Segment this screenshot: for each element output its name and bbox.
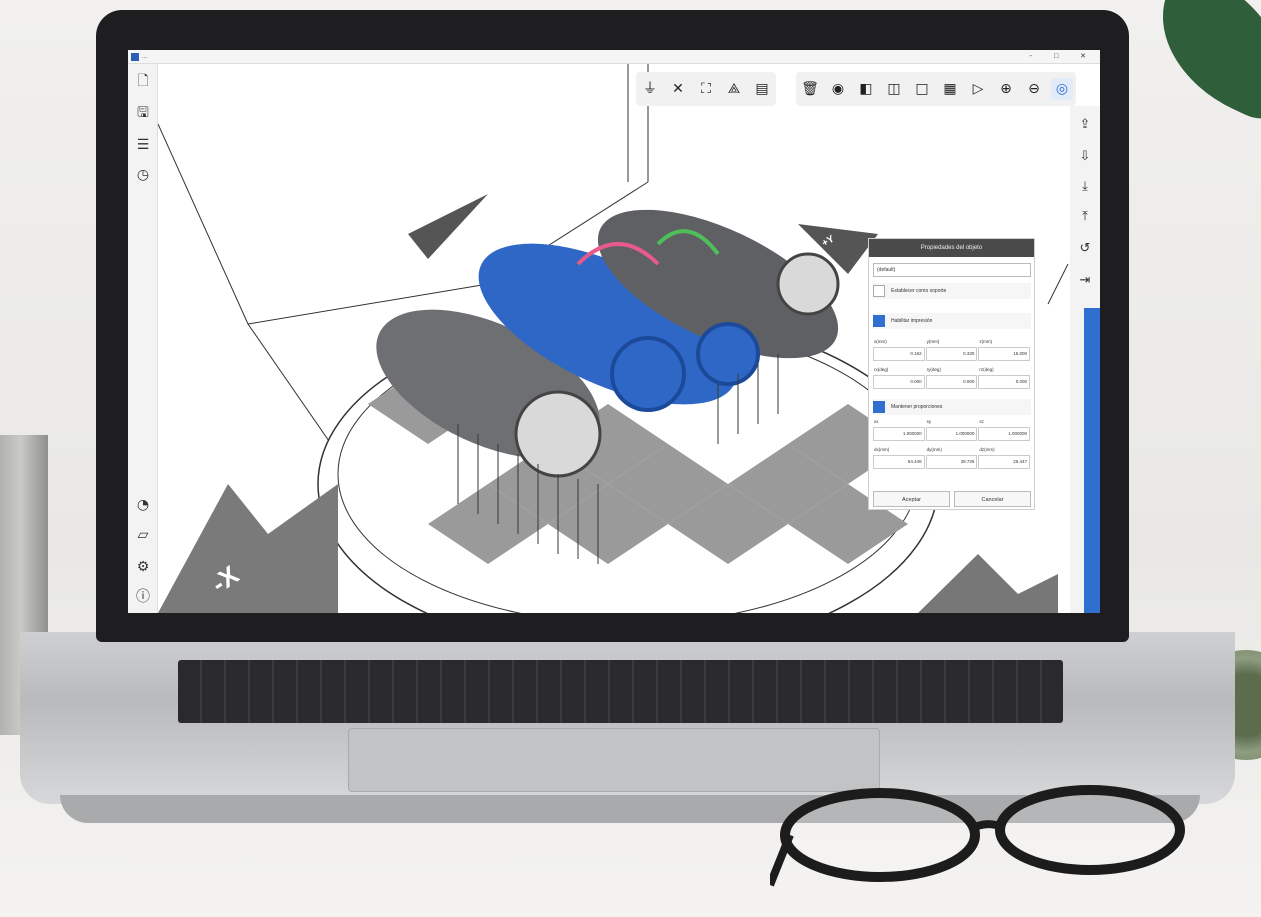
set-as-support-checkbox[interactable] [873,285,885,297]
photo-scene: ... - □ ✕ 🗋 🖫 ☰ ◷ ◔ ▱ ⚙ ⓘ -X -Y +Y ⏚ ✕ ⛶… [0,0,1261,917]
fit-icon[interactable]: ⛶ [695,78,717,100]
accept-button[interactable]: Aceptar [873,491,950,507]
profile-select[interactable]: (default) [873,263,1031,277]
dim-y-label: dy(mm) [926,447,942,452]
pos-z-label: z(mm) [979,339,993,344]
rot-y-label: ry(deg) [926,367,941,372]
dim-z-input[interactable]: 25.447 [978,455,1031,469]
toolbar-view: 🗑 ◉ ◧ ◫ □ ▦ ▷ ⊕ ⊖ ◎ [796,72,1076,106]
scale-grid: sx sy sz 1.000000 1.000000 1.000000 [873,419,1031,441]
dashboard-icon[interactable]: ◔ [134,496,152,514]
left-sidebar: 🗋 🖫 ☰ ◷ ◔ ▱ ⚙ ⓘ [128,64,158,613]
progress-sidebar [1084,308,1100,613]
set-as-support-row[interactable]: Establecer como soporte [873,283,1031,299]
pos-x-label: x(mm) [874,339,887,344]
notes-icon[interactable]: ▱ [134,526,152,544]
play-icon[interactable]: ▷ [967,78,989,100]
settings-sliders-icon[interactable]: ☰ [134,136,152,154]
view-top-icon[interactable]: □ [911,78,933,100]
scale-x-input[interactable]: 1.000000 [873,427,925,441]
save-icon[interactable]: 🖫 [134,104,152,122]
scale-y-input[interactable]: 1.000000 [925,427,978,441]
rot-x-input[interactable]: 0.000 [873,375,925,389]
rot-z-label: rz(deg) [979,367,994,372]
keyboard [178,660,1063,723]
pos-z-input[interactable]: 15.000 [978,347,1031,361]
history-icon[interactable]: ◷ [134,166,152,184]
camera-icon[interactable]: ◎ [1051,78,1073,100]
eye-icon[interactable]: ◉ [827,78,849,100]
toolbar-tools: ⏚ ✕ ⛶ ⟁ ▤ [636,72,776,106]
object-properties-panel: Propiedades del objeto (default) Estable… [868,238,1035,510]
app-screen: ... - □ ✕ 🗋 🖫 ☰ ◷ ◔ ▱ ⚙ ⓘ -X -Y +Y ⏚ ✕ ⛶… [128,50,1100,613]
delete-icon[interactable]: 🗑 [799,78,821,100]
panel-title: Propiedades del objeto [869,239,1034,257]
panel-buttons: Aceptar Cancelar [873,491,1031,507]
view-grid-icon[interactable]: ▦ [939,78,961,100]
slice-icon[interactable]: ▤ [751,78,773,100]
pos-y-label: y(mm) [926,339,940,344]
eyeglasses [770,785,1185,887]
enable-print-row[interactable]: Habilitar impresión [873,313,1031,329]
window-controls[interactable]: - □ ✕ [1030,50,1096,64]
dim-y-input[interactable]: 39.726 [925,455,978,469]
cancel-button[interactable]: Cancelar [954,491,1031,507]
zoom-out-icon[interactable]: ⊖ [1023,78,1045,100]
view-iso-icon[interactable]: ◧ [855,78,877,100]
enable-print-label: Habilitar impresión [891,318,933,324]
auto-arrange-icon[interactable]: ✕ [667,78,689,100]
layer-up-icon[interactable]: ⤒ [1076,208,1094,226]
exit-icon[interactable]: ⇥ [1076,272,1094,290]
rot-z-input[interactable]: 0.000 [978,375,1031,389]
support-icon[interactable]: ⏚ [639,78,661,100]
set-as-support-label: Establecer como soporte [891,288,947,294]
dim-z-label: dz(mm) [979,447,995,452]
view-front-icon[interactable]: ◫ [883,78,905,100]
gear-icon[interactable]: ⚙ [134,558,152,576]
keep-proportions-label: Mantener proporciones [891,404,943,410]
title-bar: ... - □ ✕ [128,50,1100,64]
new-file-icon[interactable]: 🗋 [134,72,152,90]
info-icon[interactable]: ⓘ [134,588,152,606]
zoom-in-icon[interactable]: ⊕ [995,78,1017,100]
import-icon[interactable]: ⇩ [1076,148,1094,166]
scale-z-label: sz [979,419,984,424]
rot-x-label: rx(deg) [874,367,889,372]
dimensions-grid: dx(mm) dy(mm) dz(mm) 54.446 39.726 25.44… [873,447,1031,469]
position-grid: x(mm) y(mm) z(mm) 0.162 0.330 15.000 [873,339,1031,361]
app-icon [131,53,139,61]
scale-x-label: sx [874,419,879,424]
dim-x-label: dx(mm) [874,447,890,452]
rotate-icon[interactable]: ↺ [1076,240,1094,258]
dim-x-input[interactable]: 54.446 [873,455,925,469]
plant-leaf [1134,0,1261,127]
keep-proportions-row[interactable]: Mantener proporciones [873,399,1031,415]
scale-z-input[interactable]: 1.000000 [978,427,1031,441]
rotation-grid: rx(deg) ry(deg) rz(deg) 0.000 0.000 0.00… [873,367,1031,389]
pos-y-input[interactable]: 0.330 [925,347,978,361]
rot-y-input[interactable]: 0.000 [925,375,978,389]
scale-y-label: sy [926,419,932,424]
keep-proportions-checkbox[interactable] [873,401,885,413]
window-title: ... [142,54,148,60]
pos-x-input[interactable]: 0.162 [873,347,925,361]
enable-print-checkbox[interactable] [873,315,885,327]
export-icon[interactable]: ⇪ [1076,116,1094,134]
layer-down-icon[interactable]: ⤓ [1076,178,1094,196]
perspective-icon[interactable]: ⟁ [723,78,745,100]
